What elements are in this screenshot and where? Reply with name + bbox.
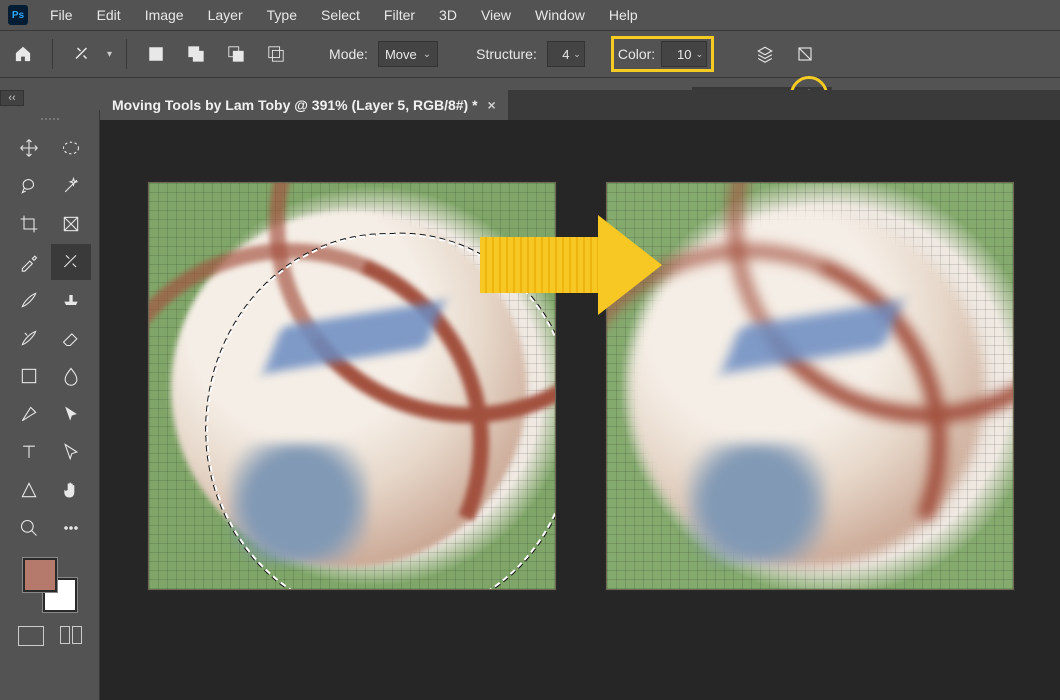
- panel-grip-icon[interactable]: [20, 118, 80, 124]
- menu-select[interactable]: Select: [311, 3, 370, 27]
- menu-image[interactable]: Image: [135, 3, 194, 27]
- menu-type[interactable]: Type: [257, 3, 307, 27]
- document-tab-bar: Moving Tools by Lam Toby @ 391% (Layer 5…: [100, 90, 1060, 120]
- collapse-panels-icon[interactable]: ‹‹: [0, 90, 24, 106]
- frame-tool[interactable]: [51, 206, 91, 242]
- document-title: Moving Tools by Lam Toby @ 391% (Layer 5…: [112, 97, 478, 113]
- menu-layer[interactable]: Layer: [198, 3, 253, 27]
- arrow-head-icon: [598, 215, 662, 315]
- selection-intersect-icon[interactable]: [261, 39, 291, 69]
- gradient-tool[interactable]: [9, 358, 49, 394]
- arrow-shaft: [480, 237, 602, 293]
- menu-bar: Ps File Edit Image Layer Type Select Fil…: [0, 0, 1060, 30]
- shape-tool[interactable]: [9, 472, 49, 508]
- blur-tool[interactable]: [51, 358, 91, 394]
- type-tool[interactable]: [9, 434, 49, 470]
- document-tab[interactable]: Moving Tools by Lam Toby @ 391% (Layer 5…: [100, 90, 508, 120]
- eraser-tool[interactable]: [51, 320, 91, 356]
- edit-toolbar-icon[interactable]: [51, 510, 91, 546]
- options-bar: ▾ Mode: Move ⌄ Structure: 4 ⌄ Color: 10 …: [0, 30, 1060, 78]
- selection-subtract-icon[interactable]: [221, 39, 251, 69]
- divider: [126, 39, 127, 69]
- transform-on-drop-icon[interactable]: [790, 39, 820, 69]
- mode-label: Mode:: [329, 46, 368, 62]
- chevron-down-icon: ⌄: [423, 49, 431, 60]
- mode-dropdown[interactable]: Move ⌄: [378, 41, 438, 67]
- menu-window[interactable]: Window: [525, 3, 595, 27]
- marquee-tool[interactable]: [51, 130, 91, 166]
- tool-dropdown-chevron-icon[interactable]: ▾: [107, 49, 112, 60]
- crop-tool[interactable]: [9, 206, 49, 242]
- hand-tool[interactable]: [51, 472, 91, 508]
- color-label: Color:: [618, 46, 655, 62]
- content-aware-move-icon[interactable]: [67, 39, 97, 69]
- app-logo: Ps: [8, 5, 28, 25]
- path-selection-tool[interactable]: [51, 396, 91, 432]
- menu-view[interactable]: View: [471, 3, 521, 27]
- divider: [52, 39, 53, 69]
- direct-selection-tool[interactable]: [51, 434, 91, 470]
- menu-help[interactable]: Help: [599, 3, 648, 27]
- canvas-area[interactable]: [100, 120, 1060, 700]
- structure-value: 4: [562, 47, 569, 62]
- ball-smudge: [687, 443, 827, 563]
- color-option-highlight: Color: 10 ⌄: [611, 36, 714, 72]
- lasso-tool[interactable]: [9, 168, 49, 204]
- structure-input[interactable]: 4 ⌄: [547, 41, 585, 67]
- history-brush-tool[interactable]: [9, 320, 49, 356]
- selection-new-icon[interactable]: [141, 39, 171, 69]
- chevron-down-icon: ⌄: [696, 49, 704, 60]
- foreground-color-swatch[interactable]: [23, 558, 57, 592]
- pen-tool[interactable]: [9, 396, 49, 432]
- sample-all-layers-icon[interactable]: [750, 39, 780, 69]
- menu-edit[interactable]: Edit: [87, 3, 131, 27]
- color-swatches[interactable]: [23, 558, 77, 612]
- structure-label: Structure:: [476, 46, 537, 62]
- eyedropper-tool[interactable]: [9, 244, 49, 280]
- quick-mask-icon[interactable]: [18, 626, 44, 646]
- arrow-annotation: [480, 215, 706, 325]
- content-aware-move-tool[interactable]: [51, 244, 91, 280]
- menu-file[interactable]: File: [40, 3, 83, 27]
- chevron-down-icon: ⌄: [573, 49, 581, 60]
- move-tool[interactable]: [9, 130, 49, 166]
- menu-3d[interactable]: 3D: [429, 3, 467, 27]
- mode-value: Move: [385, 47, 417, 62]
- screen-mode-icon[interactable]: [60, 626, 82, 644]
- clone-stamp-tool[interactable]: [51, 282, 91, 318]
- color-input[interactable]: 10 ⌄: [661, 41, 707, 67]
- magic-wand-tool[interactable]: [51, 168, 91, 204]
- tools-panel: [0, 110, 100, 700]
- brush-tool[interactable]: [9, 282, 49, 318]
- zoom-tool[interactable]: [9, 510, 49, 546]
- selection-add-icon[interactable]: [181, 39, 211, 69]
- menu-filter[interactable]: Filter: [374, 3, 425, 27]
- home-icon[interactable]: [8, 39, 38, 69]
- color-value: 10: [677, 47, 691, 62]
- close-tab-icon[interactable]: ×: [488, 97, 496, 113]
